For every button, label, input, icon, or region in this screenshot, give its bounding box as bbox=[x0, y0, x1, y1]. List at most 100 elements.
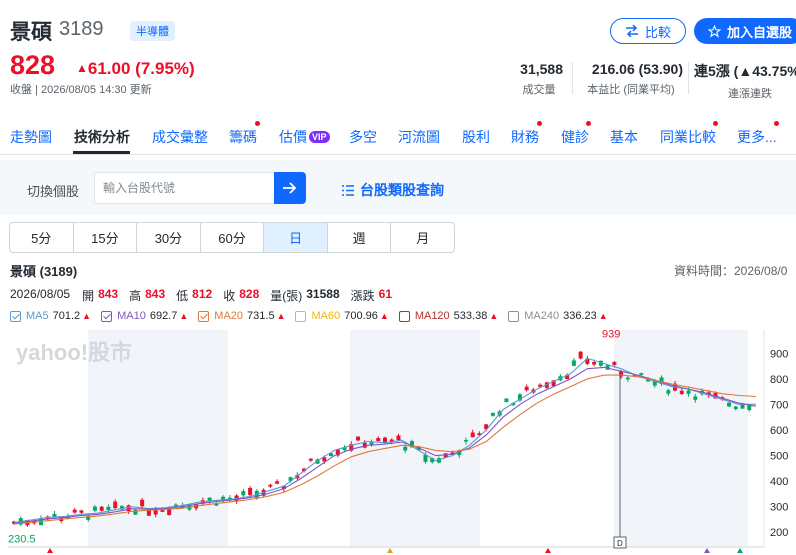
open-value: 843 bbox=[98, 287, 119, 301]
ma-value: 731.5 bbox=[247, 310, 275, 322]
period-month[interactable]: 月 bbox=[391, 223, 454, 252]
period-week[interactable]: 週 bbox=[328, 223, 392, 252]
checkbox-icon[interactable] bbox=[10, 310, 21, 322]
y-tick-label: 200 bbox=[770, 527, 788, 539]
candle-body bbox=[113, 501, 118, 508]
compare-icon bbox=[625, 25, 638, 37]
candle-body bbox=[727, 402, 732, 407]
divider bbox=[688, 62, 689, 94]
tab-trades[interactable]: 成交彙整 bbox=[152, 127, 208, 147]
candle-body bbox=[92, 506, 97, 511]
tab-basic[interactable]: 基本 bbox=[610, 127, 638, 147]
arrow-right-icon bbox=[283, 182, 297, 194]
ma-name: MA5 bbox=[26, 310, 49, 322]
candle-body bbox=[524, 386, 529, 391]
ma-legend: MA5 701.2 ▲ MA10 692.7 ▲ MA20 731.5 ▲ MA60 700.96 ▲… bbox=[10, 310, 618, 322]
tab-technical[interactable]: 技術分析 bbox=[74, 127, 130, 147]
price-change: ▲61.00 (7.95%) bbox=[76, 59, 195, 79]
volume-label: 量(張) bbox=[270, 289, 303, 303]
candle-body bbox=[625, 377, 630, 380]
new-dot bbox=[537, 121, 542, 126]
ma-toggle-ma20[interactable]: MA20 731.5 ▲ bbox=[198, 310, 285, 322]
compare-label: 比較 bbox=[644, 24, 671, 40]
close-label: 收 bbox=[223, 289, 236, 303]
last-price: 828 bbox=[10, 50, 56, 80]
stat-value: 連5漲 (▲43.75% bbox=[694, 63, 796, 79]
ma-toggle-ma10[interactable]: MA10 692.7 ▲ bbox=[101, 310, 188, 322]
candle-body bbox=[99, 506, 104, 511]
event-marker-label: D bbox=[617, 539, 623, 548]
candle-body bbox=[126, 505, 131, 512]
divider bbox=[572, 62, 573, 94]
tab-dividend[interactable]: 股利 bbox=[462, 127, 490, 147]
stat-label: 連漲連跌 bbox=[728, 88, 772, 100]
period-day[interactable]: 日 bbox=[264, 223, 328, 252]
stat-volume: 31,588 成交量 bbox=[515, 61, 563, 97]
chart-title: 景碩 (3189) bbox=[10, 264, 78, 279]
ma-value: 700.96 bbox=[344, 310, 378, 322]
candle-body bbox=[140, 499, 145, 507]
tab-more[interactable]: 更多... bbox=[737, 127, 777, 147]
tab-valuation[interactable]: 估價 VIP bbox=[279, 127, 330, 147]
ma-value: 701.2 bbox=[52, 310, 81, 322]
period-60min[interactable]: 60分 bbox=[201, 223, 265, 252]
category-search-link[interactable]: 台股類股查詢 bbox=[342, 180, 444, 200]
ma-toggle-ma60[interactable]: MA60 700.96 ▲ bbox=[295, 310, 389, 322]
new-dot bbox=[255, 121, 260, 126]
tab-bull-bear[interactable]: 多空 bbox=[349, 127, 377, 147]
star-icon bbox=[708, 24, 721, 38]
price-chart[interactable]: 200 300 400 500 600 700 800 900 yahoo!股市 939 230.5… bbox=[0, 330, 796, 555]
event-triangle-icon bbox=[737, 548, 743, 553]
tab-financials[interactable]: 財務 bbox=[511, 127, 539, 147]
candle-body bbox=[504, 398, 509, 403]
stock-search-input[interactable] bbox=[94, 172, 275, 204]
checkbox-icon[interactable] bbox=[101, 310, 113, 322]
candle-body bbox=[693, 396, 698, 400]
candle-body bbox=[268, 484, 273, 487]
ma-toggle-ma240[interactable]: MA240 336.23 ▲ bbox=[508, 310, 608, 322]
high-label: 939 bbox=[602, 330, 620, 340]
add-watchlist-button[interactable]: 加入自選股 bbox=[694, 18, 796, 44]
stat-value: 31,588 bbox=[520, 61, 563, 77]
up-arrow-icon: ▲ bbox=[179, 311, 189, 321]
event-triangle-icon bbox=[545, 548, 551, 553]
up-arrow-icon: ▲ bbox=[489, 311, 499, 321]
period-15min[interactable]: 15分 bbox=[74, 223, 138, 252]
tab-trend[interactable]: 走勢圖 bbox=[10, 127, 52, 147]
search-submit-button[interactable] bbox=[274, 172, 306, 204]
compare-button[interactable]: 比較 bbox=[610, 18, 686, 44]
active-tab-underline bbox=[73, 151, 130, 154]
ma-toggle-ma120[interactable]: MA120 533.38 ▲ bbox=[398, 310, 499, 322]
ma-toggle-ma5[interactable]: MA5 701.2 ▲ bbox=[10, 310, 91, 322]
up-arrow-icon: ▲ bbox=[82, 311, 92, 321]
ma-name: MA10 bbox=[117, 310, 146, 322]
candle-body bbox=[470, 432, 475, 438]
candle-body bbox=[79, 510, 84, 513]
low-label: 230.5 bbox=[8, 533, 36, 545]
stat-label: 成交量 bbox=[522, 84, 556, 96]
tab-peer-compare[interactable]: 同業比較 bbox=[660, 127, 716, 147]
change-label: 漲跌 bbox=[350, 289, 375, 303]
period-5min[interactable]: 5分 bbox=[10, 223, 74, 252]
candle-body bbox=[356, 436, 361, 441]
ma-name: MA20 bbox=[214, 310, 244, 322]
candle-body bbox=[369, 442, 374, 445]
candle-body bbox=[403, 446, 408, 451]
stock-name: 景碩 bbox=[10, 21, 52, 44]
stat-value: 216.06 (53.90) bbox=[591, 61, 683, 77]
checkbox-icon[interactable] bbox=[398, 310, 410, 322]
period-30min[interactable]: 30分 bbox=[137, 223, 201, 252]
ma-value: 692.7 bbox=[149, 310, 178, 322]
candle-body bbox=[106, 506, 111, 510]
industry-tag[interactable]: 半導體 bbox=[130, 21, 175, 41]
candle-body bbox=[592, 362, 597, 365]
tab-health[interactable]: 健診 bbox=[561, 127, 589, 147]
checkbox-icon[interactable] bbox=[295, 310, 307, 322]
tab-river[interactable]: 河流圖 bbox=[398, 127, 440, 147]
checkbox-icon[interactable] bbox=[198, 310, 210, 322]
close-value: 828 bbox=[239, 287, 260, 301]
checkbox-icon[interactable] bbox=[508, 310, 520, 322]
tab-chips[interactable]: 籌碼 bbox=[229, 127, 257, 147]
candle-body bbox=[490, 412, 495, 416]
vip-badge: VIP bbox=[309, 131, 330, 143]
